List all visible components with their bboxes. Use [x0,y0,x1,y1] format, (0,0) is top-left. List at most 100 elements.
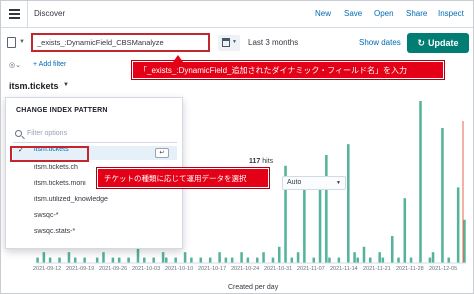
histogram-bar[interactable] [403,198,407,263]
histogram-bar[interactable] [296,252,300,263]
histogram-bar[interactable] [318,187,322,263]
histogram-bar[interactable] [447,257,451,263]
histogram-bar[interactable] [353,252,356,263]
histogram-bar[interactable] [431,252,435,263]
histogram-bar[interactable] [347,144,350,263]
histogram-bar[interactable] [356,257,359,263]
histogram-bar[interactable] [127,257,130,263]
histogram-bar[interactable] [174,257,177,263]
x-tick-label: 2021-11-07 [297,266,325,272]
query-bar: ▼ _exists_:DynamicField_CBSManalyze ▼ La… [1,29,473,57]
date-range[interactable]: Last 3 months [248,38,298,47]
histogram-bar[interactable] [463,219,466,263]
query-input[interactable]: _exists_:DynamicField_CBSManalyze [31,33,210,52]
histogram-bar[interactable] [277,246,281,263]
histogram-bar[interactable] [67,252,71,263]
histogram-bar[interactable] [164,257,168,263]
x-tick-label: 2021-11-21 [363,266,391,272]
update-label: Update [428,38,459,48]
histogram-bar[interactable] [312,257,316,263]
add-filter-link[interactable]: + Add filter [33,61,66,68]
histogram-bar[interactable] [456,187,460,263]
histogram-bar[interactable] [183,252,187,263]
filter-options-input[interactable]: Filter options [13,128,177,143]
save-link[interactable]: Save [344,9,362,18]
histogram-bar[interactable] [102,252,105,263]
histogram-bar[interactable] [378,252,381,263]
x-tick-label: 2021-12-05 [429,266,458,272]
histogram-bar[interactable] [369,257,372,263]
query-callout: 「_exists_:DynamicField_追加されたダイナミック・フィールド… [132,55,444,79]
histogram-bar[interactable] [58,257,61,263]
new-link[interactable]: New [315,9,331,18]
histogram-bar[interactable] [397,257,400,263]
histogram-bar[interactable] [111,257,115,263]
saved-query-button[interactable]: ▼ [7,36,29,50]
index-pattern-name[interactable]: itsm.tickets [9,81,59,91]
histogram-bar[interactable] [199,257,203,263]
histogram-bar[interactable] [136,246,140,263]
histogram-bar[interactable] [190,257,193,263]
update-button[interactable]: ↻ Update [407,33,469,53]
histogram-bar[interactable] [441,128,444,263]
histogram-bar[interactable] [409,257,413,263]
x-tick-label: 2021-09-26 [99,266,128,272]
histogram-bar[interactable] [271,257,275,263]
refresh-icon: ↻ [417,37,426,48]
x-tick-label: 2021-10-24 [231,266,260,272]
histogram-bar[interactable] [83,257,86,263]
callout-pointer [173,55,183,62]
menu-icon[interactable] [9,9,20,19]
search-placeholder: Filter options [27,130,68,137]
chevron-down-icon[interactable]: ▼ [63,82,69,88]
histogram-bar[interactable] [224,257,228,263]
histogram-bar[interactable] [161,252,165,263]
histogram-bar[interactable] [381,257,385,263]
histogram-bar[interactable] [328,257,331,263]
histogram-bar[interactable] [152,257,155,263]
histogram-bar[interactable] [117,257,121,263]
histogram-bar[interactable] [143,257,146,263]
histogram-bar[interactable] [246,257,250,263]
index-option[interactable]: swsqc.stats-* [13,228,177,242]
chevron-down-icon: ▼ [19,39,25,45]
open-link[interactable]: Open [374,9,394,18]
x-tick-label: 2021-10-31 [264,266,293,272]
inspect-link[interactable]: Inspect [438,9,464,18]
histogram-bar[interactable] [42,252,46,263]
share-link[interactable]: Share [406,9,427,18]
histogram-bar[interactable] [325,155,328,263]
histogram-bar[interactable] [230,257,234,263]
histogram-bar[interactable] [419,101,422,263]
index-option[interactable]: swsqc-* [13,212,177,226]
callout-text: チケットの種類に応じて運用データを選択 [104,174,247,183]
histogram-bar[interactable] [95,257,99,263]
histogram-bar[interactable] [48,257,52,263]
histogram-bar[interactable] [428,257,432,263]
chevron-down-icon: ▼ [232,39,237,45]
x-tick-label: 2021-11-14 [330,266,358,272]
x-tick-label: 2021-10-03 [132,266,161,272]
option-label: itsm.tickets.ch [34,164,78,171]
show-dates-link[interactable]: Show dates [359,38,401,47]
index-option[interactable]: itsm.utilized_knowledge [13,196,177,210]
histogram-bar[interactable] [262,252,265,263]
histogram-bar[interactable] [337,257,341,263]
histogram-bar[interactable] [240,252,243,263]
histogram-bar[interactable] [290,257,294,263]
callout-text: 「_exists_:DynamicField_追加されたダイナミック・フィールド… [139,66,407,75]
histogram-bar[interactable] [390,236,394,263]
interval-select[interactable]: Auto ▼ [282,176,346,190]
panel-title: CHANGE INDEX PATTERN [16,107,108,114]
histogram-bar[interactable] [73,257,77,263]
histogram-bar[interactable] [208,257,212,263]
x-tick-label: 2021-09-12 [33,266,62,272]
top-bar: Discover New Save Open Share Inspect [1,1,473,28]
histogram-bar[interactable] [218,252,221,263]
filter-icon[interactable]: ◎⌄ [9,61,21,69]
date-quick-menu-button[interactable]: ▼ [218,35,240,51]
histogram-bar[interactable] [362,246,366,263]
histogram-bar[interactable] [36,257,39,263]
highlight-box [10,146,89,162]
histogram-bar[interactable] [256,257,259,263]
